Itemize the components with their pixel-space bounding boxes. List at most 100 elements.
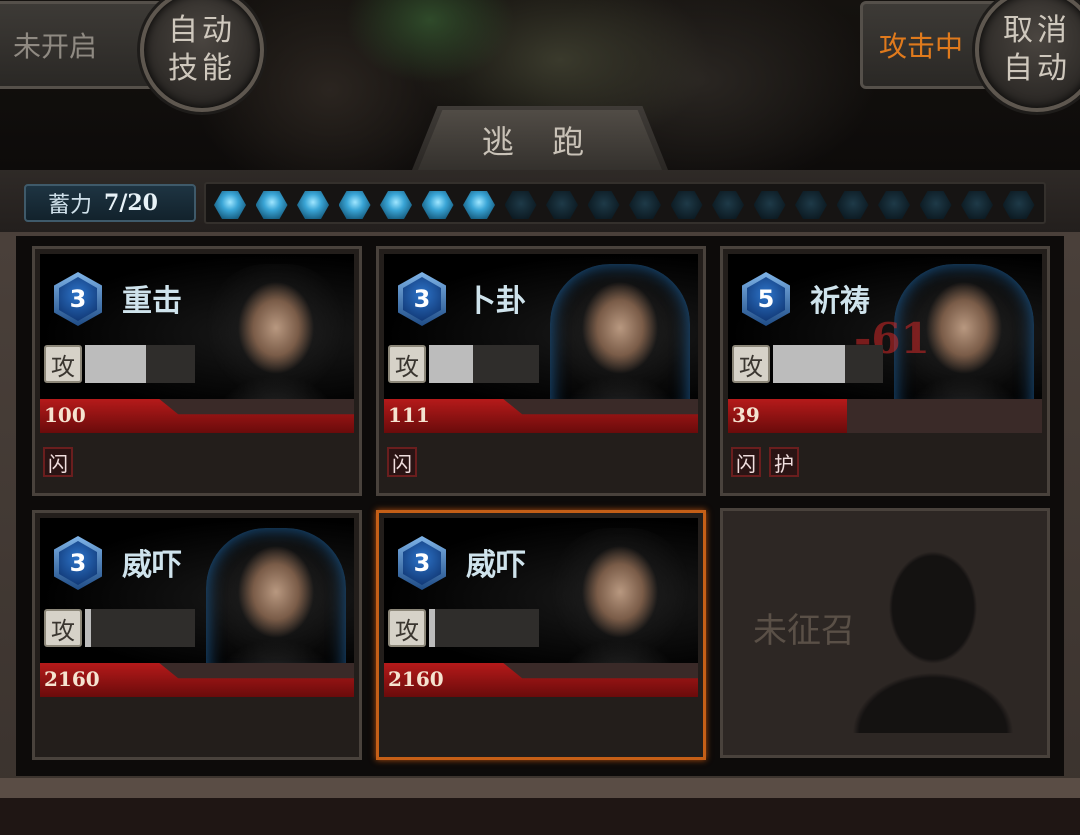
charge-label-text: 蓄力 (48, 193, 93, 218)
attack-gauge: 攻 (388, 344, 539, 384)
hp-value: 2160 (388, 667, 444, 691)
charge-label: 蓄力 7/20 (24, 184, 196, 222)
attack-bar-fill (429, 609, 435, 647)
bottom-bar (0, 798, 1080, 835)
auto-skill-status-text: 未开启 (13, 30, 98, 63)
charge-dot (878, 191, 910, 219)
skill-name: 祈祷 (810, 284, 870, 319)
charge-dot (297, 191, 329, 219)
skill-name: 威吓 (122, 548, 182, 583)
charge-dot (961, 191, 993, 219)
status-row: 闪 (43, 447, 73, 477)
charge-dot (795, 191, 827, 219)
auto-attack-status-text: 攻击中 (879, 30, 964, 63)
silhouette-icon (853, 543, 1013, 733)
skill-name: 威吓 (466, 548, 526, 583)
charge-count: 7/20 (104, 190, 158, 216)
hero-card-header: 3 重击攻 (40, 254, 354, 414)
status-row: 闪 (387, 447, 417, 477)
empty-slot-label: 未征召 (753, 611, 855, 651)
hero-card-header: -61 5 祈祷攻 (728, 254, 1042, 414)
status-badge: 闪 (731, 447, 761, 477)
charge-dot (919, 191, 952, 219)
hero-portrait (550, 264, 690, 414)
charge-dot (712, 191, 744, 219)
attack-icon: 攻 (44, 345, 82, 383)
level-badge: 3 (398, 272, 446, 326)
cancel-auto-button-label: 取消自动 (1003, 13, 1071, 86)
attack-bar (773, 345, 883, 383)
hp-value: 100 (44, 403, 86, 427)
charge-dot (836, 191, 869, 219)
level-badge: 3 (54, 536, 102, 590)
charge-dot (421, 191, 454, 219)
hp-bar: 2160 (40, 663, 354, 697)
flee-button[interactable]: 逃 跑 (418, 110, 662, 170)
status-row: 闪护 (731, 447, 799, 477)
hp-bar: 39 (728, 399, 1042, 433)
level-badge: 3 (54, 272, 102, 326)
flee-button-label: 逃 跑 (481, 123, 599, 161)
charge-dot (587, 191, 620, 219)
charge-dot (629, 191, 661, 219)
attack-icon: 攻 (44, 609, 82, 647)
level-value: 3 (403, 277, 441, 321)
hero-portrait (206, 528, 346, 678)
charge-dot (546, 191, 578, 219)
bottom-frame (0, 778, 1080, 798)
attack-bar-fill (429, 345, 473, 383)
charge-dot (753, 191, 786, 219)
attack-icon: 攻 (732, 345, 770, 383)
attack-bar-fill (85, 345, 146, 383)
hero-card-header: 3 威吓攻 (40, 518, 354, 678)
charge-dot (670, 191, 703, 219)
charge-dots (204, 182, 1046, 224)
charge-dot (380, 191, 412, 219)
charge-dot (338, 191, 371, 219)
attack-icon: 攻 (388, 345, 426, 383)
hero-card[interactable]: 3 卜卦攻 111 闪 (376, 246, 706, 496)
attack-bar (429, 609, 539, 647)
empty-slot[interactable]: 未征召 (720, 508, 1050, 758)
attack-bar (85, 345, 195, 383)
hp-bar: 111 (384, 399, 698, 433)
level-value: 3 (59, 277, 97, 321)
hero-portrait (206, 264, 346, 414)
hero-card[interactable]: -61 5 祈祷攻 39 闪护 (720, 246, 1050, 496)
attack-icon: 攻 (388, 609, 426, 647)
charge-dot (463, 191, 495, 219)
attack-gauge: 攻 (388, 608, 539, 648)
hp-bar: 2160 (384, 663, 698, 697)
attack-bar-fill (85, 609, 91, 647)
attack-gauge: 攻 (44, 608, 195, 648)
hero-card[interactable]: 3 威吓攻 2160 (32, 510, 362, 760)
attack-bar-fill (773, 345, 845, 383)
hero-card[interactable]: 3 威吓攻 2160 (376, 510, 706, 760)
level-value: 5 (747, 277, 785, 321)
hero-card-header: 3 威吓攻 (384, 518, 698, 678)
hp-value: 2160 (44, 667, 100, 691)
hp-bar: 100 (40, 399, 354, 433)
attack-bar (429, 345, 539, 383)
status-badge: 护 (769, 447, 799, 477)
auto-skill-button-label: 自动技能 (168, 13, 236, 86)
charge-dot (214, 191, 246, 219)
attack-gauge: 攻 (732, 344, 883, 384)
status-badge: 闪 (43, 447, 73, 477)
skill-name: 重击 (122, 284, 182, 319)
charge-dot (255, 191, 288, 219)
attack-gauge: 攻 (44, 344, 195, 384)
attack-bar (85, 609, 195, 647)
charge-dot (504, 191, 537, 219)
hp-value: 111 (388, 403, 430, 427)
level-badge: 3 (398, 536, 446, 590)
hero-card[interactable]: 3 重击攻 100 闪 (32, 246, 362, 496)
hp-bar-fill (40, 399, 354, 433)
status-badge: 闪 (387, 447, 417, 477)
hp-bar-fill (384, 399, 698, 433)
hero-card-header: 3 卜卦攻 (384, 254, 698, 414)
skill-name: 卜卦 (466, 284, 526, 319)
hero-portrait (550, 528, 690, 678)
charge-dot (1002, 191, 1035, 219)
level-value: 3 (403, 541, 441, 585)
